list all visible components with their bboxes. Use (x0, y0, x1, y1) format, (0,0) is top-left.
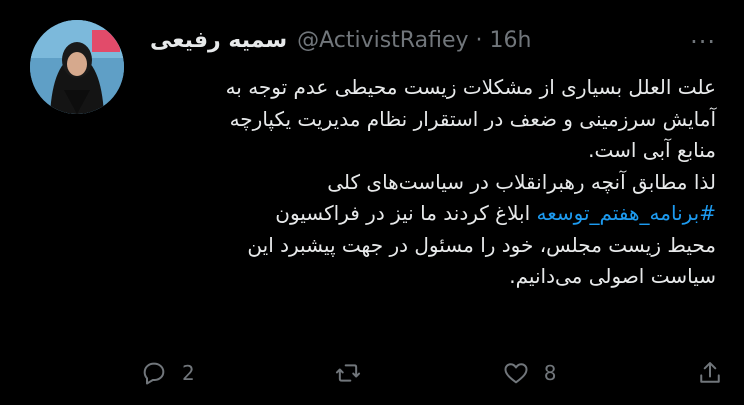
hashtag-link[interactable]: #برنامه_هفتم_توسعه (537, 201, 717, 225)
like-icon (504, 363, 528, 384)
retweet-icon (336, 364, 361, 382)
tweet-line-7: سیاست اصولی می‌دانیم. (509, 264, 716, 288)
share-icon (700, 362, 720, 383)
tweet-line-1: علت العلل بسیاری از مشکلات زیست محیطی عد… (225, 75, 716, 99)
like-count: 8 (543, 361, 557, 385)
tweet-line-2: آمایش سرزمینی و ضعف در استقرار نظام مدیر… (229, 106, 716, 131)
handle-and-time[interactable]: @ActivistRafiey · 16h (297, 28, 531, 53)
avatar[interactable] (30, 20, 124, 114)
tweet-text: علت العلل بسیاری از مشکلات زیست محیطی عد… (150, 72, 716, 293)
reply-button[interactable]: 2 (140, 359, 195, 387)
tweet-line-6: محیط زیست مجلس، خود را مسئول در جهت پیشب… (247, 232, 716, 257)
retweet-button[interactable] (334, 359, 362, 387)
tweet-actions: 2 8 (140, 355, 724, 391)
tweet-line-4: لذا مطابق آنچه رهبرانقلاب در سیاست‌های ک… (327, 169, 716, 194)
tweet-header: سمیه رفیعی @ActivistRafiey · 16h (150, 22, 684, 58)
tweet-line-5: #برنامه_هفتم_توسعه ابلاغ کردند ما نیز در… (150, 198, 716, 230)
like-button[interactable]: 8 (502, 359, 557, 387)
reply-count: 2 (182, 361, 195, 385)
tweet-line-5-text: ابلاغ کردند ما نیز در فراکسیون (275, 201, 537, 225)
tweet-line-3: منابع آبی است. (588, 138, 716, 162)
more-options-icon[interactable]: ··· (690, 28, 716, 56)
avatar-image (30, 20, 124, 114)
display-name[interactable]: سمیه رفیعی (150, 28, 287, 53)
reply-icon (143, 362, 165, 385)
share-button[interactable] (696, 359, 724, 387)
